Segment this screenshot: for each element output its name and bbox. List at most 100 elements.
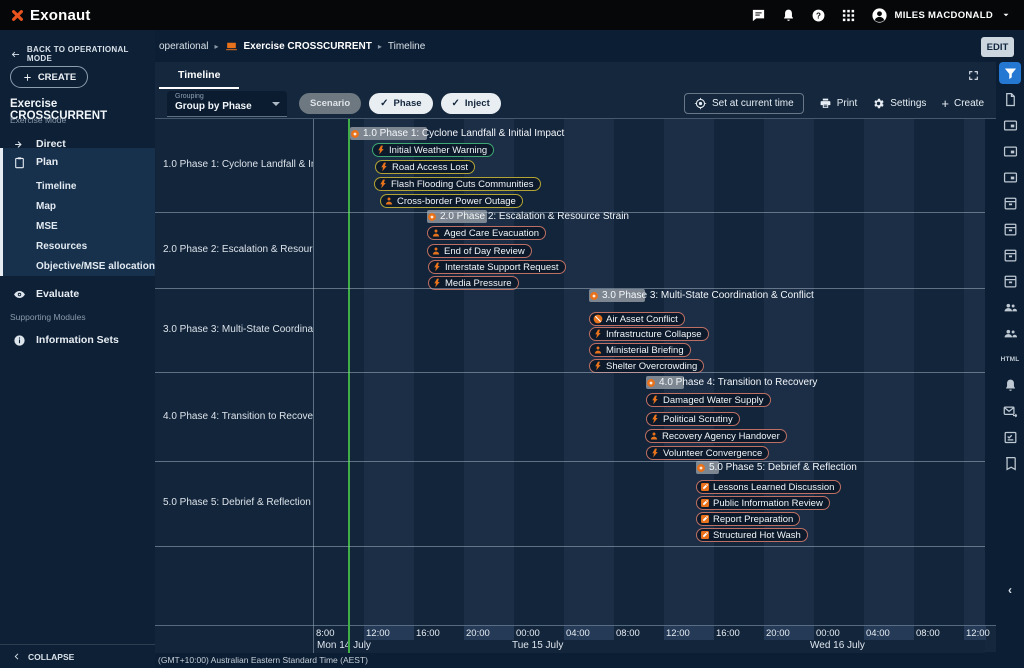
bolt-icon [379,162,389,172]
inject-pill[interactable]: Structured Hot Wash [696,528,808,542]
sidebar-item-mse[interactable]: MSE [3,216,155,236]
task-form-button[interactable] [999,426,1021,448]
inject-pill[interactable]: Cross-border Power Outage [380,194,523,208]
chip-inject[interactable]: ✓ Inject [441,93,501,114]
sidebar-item-plan[interactable]: Plan [3,148,155,176]
filter-button[interactable] [999,62,1021,84]
inject-pill[interactable]: Lessons Learned Discussion [696,480,841,494]
inject-label: Volunteer Convergence [663,448,762,459]
gear-icon [872,97,885,110]
storage-box-icon [1003,196,1018,211]
axis-tick-label: 08:00 [916,628,940,639]
app-logo: Exonaut [9,7,91,24]
axis-tick-label: 12:00 [666,628,690,639]
notification-button[interactable] [999,374,1021,396]
html-button[interactable]: HTML [999,348,1021,370]
time-axis: 8:0012:0016:0020:0000:0004:0008:0012:001… [155,625,996,652]
grouping-select[interactable]: Grouping Group by Phase [167,91,287,117]
supporting-modules-label: Supporting Modules [10,312,86,322]
inject-pill[interactable]: Shelter Overcrowding [589,359,704,373]
inject-label: Political Scrutiny [663,414,733,425]
breadcrumb-operational[interactable]: operational [159,41,208,52]
team-button[interactable] [999,322,1021,344]
settings-button[interactable]: Settings [872,97,926,110]
rail-collapse-chevron[interactable]: ‹ [996,583,1024,597]
apps-grid-icon[interactable] [841,8,856,23]
chip-phase[interactable]: ✓ Phase [369,93,432,114]
document-button[interactable] [999,88,1021,110]
person-icon [649,431,659,441]
chat-icon[interactable] [751,8,766,23]
axis-tick-label: 12:00 [366,628,390,639]
help-icon[interactable]: ? [811,8,826,23]
inject-pill[interactable]: Aged Care Evacuation [427,226,546,240]
axis-tick-label: 20:00 [466,628,490,639]
sidebar-collapse-button[interactable]: COLLAPSE [0,644,155,668]
sidebar-create-button[interactable]: CREATE [10,66,88,88]
phase-bar[interactable]: 4.0 Phase 4: Transition to Recovery [646,376,817,389]
inject-pill[interactable]: Interstate Support Request [428,260,566,274]
edit-button[interactable]: EDIT [981,37,1014,57]
media-card-button[interactable] [999,166,1021,188]
inject-pill[interactable]: Ministerial Briefing [589,343,691,357]
storage-box-button[interactable] [999,244,1021,266]
inject-pill[interactable]: Road Access Lost [375,160,475,174]
user-menu[interactable]: MILES MACDONALD [871,7,1012,24]
person-icon [384,196,394,206]
print-button[interactable]: Print [819,97,858,110]
phase-icon [696,463,706,473]
inject-pill[interactable]: Political Scrutiny [646,412,740,426]
sidebar-item-map[interactable]: Map [3,196,155,216]
inject-pill[interactable]: Air Asset Conflict [589,312,685,326]
chip-scenario[interactable]: Scenario [299,93,361,114]
time-axis-scale[interactable]: 8:0012:0016:0020:0000:0004:0008:0012:001… [313,626,985,653]
task-form-icon [1003,430,1018,445]
bolt-icon [432,278,442,288]
fullscreen-icon[interactable] [967,69,980,82]
sidebar-item-resources[interactable]: Resources [3,236,155,256]
gantt-row-label: 3.0 Phase 3: Multi-State Coordination... [163,324,338,335]
gantt-area: 1.0 Phase 1: Cyclone Landfall & Initia..… [155,118,996,625]
breadcrumb-exercise[interactable]: Exercise CROSSCURRENT [244,41,372,52]
storage-box-button[interactable] [999,270,1021,292]
phase-bar[interactable]: 3.0 Phase 3: Multi-State Coordination & … [589,289,814,302]
sidebar-item-evaluate[interactable]: Evaluate [0,282,155,306]
set-at-current-time-button[interactable]: Set at current time [684,93,804,114]
storage-box-button[interactable] [999,218,1021,240]
inject-pill[interactable]: Damaged Water Supply [646,393,771,407]
media-card-button[interactable] [999,140,1021,162]
storage-box-icon [1003,274,1018,289]
phase-bar-label: 1.0 Phase 1: Cyclone Landfall & Initial … [363,128,564,139]
back-to-operational-mode-button[interactable]: BACK TO OPERATIONAL MODE [10,45,155,63]
inject-pill[interactable]: Flash Flooding Cuts Communities [374,177,541,191]
handbook-button[interactable] [999,452,1021,474]
inject-pill[interactable]: Public Information Review [696,496,830,510]
user-name: MILES MACDONALD [895,10,993,21]
team-button[interactable] [999,296,1021,318]
inject-label: Lessons Learned Discussion [713,482,834,493]
send-mail-button[interactable] [999,400,1021,422]
document-icon [1003,92,1018,107]
sidebar-item-information-sets[interactable]: Information Sets [0,328,155,352]
inject-pill[interactable]: Recovery Agency Handover [645,429,787,443]
plus-icon: + [941,99,949,109]
main-content: operational ▸ Exercise CROSSCURRENT ▸ Ti… [155,30,1024,668]
sidebar-item-objective-mse-allocation[interactable]: Objective/MSE allocation [3,256,155,276]
inject-pill[interactable]: Initial Weather Warning [372,143,494,157]
inject-pill[interactable]: Report Preparation [696,512,800,526]
breadcrumb-timeline[interactable]: Timeline [388,41,425,52]
send-mail-icon [1003,404,1018,419]
sidebar-item-timeline[interactable]: Timeline [3,176,155,196]
inject-pill[interactable]: End of Day Review [427,244,532,258]
inject-pill[interactable]: Infrastructure Collapse [589,327,709,341]
phase-bar[interactable]: 1.0 Phase 1: Cyclone Landfall & Initial … [350,127,564,140]
inject-pill[interactable]: Volunteer Convergence [646,446,769,460]
storage-box-button[interactable] [999,192,1021,214]
phase-bar[interactable]: 5.0 Phase 5: Debrief & Reflection [696,461,857,474]
filter-icon [1003,66,1018,81]
notifications-bell-icon[interactable] [781,8,796,23]
time-axis-left-gap [155,626,313,653]
tab-timeline[interactable]: Timeline [159,62,239,89]
create-button[interactable]: + Create [941,98,984,109]
media-card-button[interactable] [999,114,1021,136]
